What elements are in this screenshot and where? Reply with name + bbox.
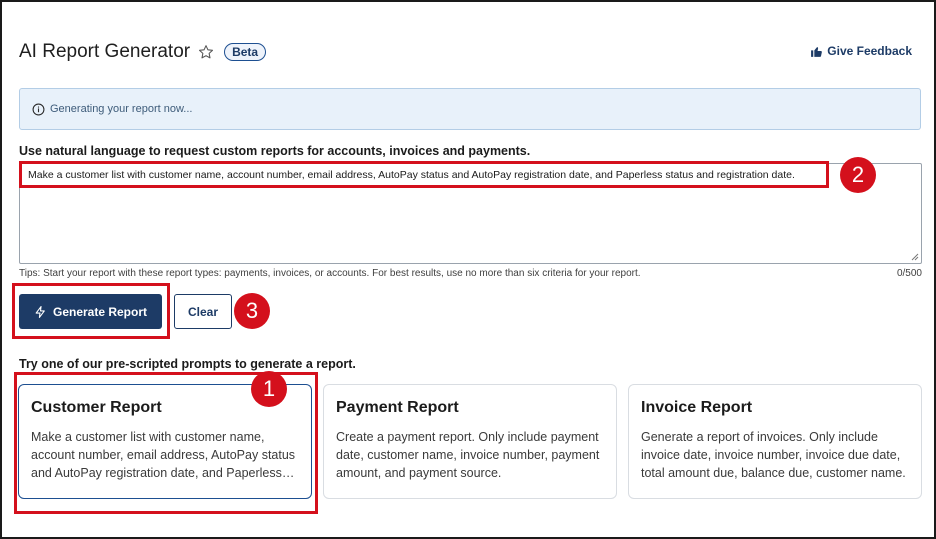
feedback-label: Give Feedback — [827, 44, 912, 58]
alert-message: Generating your report now... — [50, 103, 193, 115]
card-title: Payment Report — [336, 399, 459, 416]
give-feedback-link[interactable]: Give Feedback — [810, 44, 912, 58]
character-counter: 0/500 — [896, 268, 922, 279]
page-title: AI Report Generator — [19, 41, 191, 62]
annotation-highlight-textarea — [19, 161, 829, 188]
thumbs-up-icon — [811, 46, 823, 57]
generate-report-button[interactable]: Generate Report — [19, 294, 162, 329]
card-title: Invoice Report — [641, 399, 753, 416]
favorite-star-icon[interactable] — [198, 44, 214, 60]
resize-grip-icon[interactable] — [911, 253, 919, 261]
status-alert: Generating your report now... — [19, 88, 921, 130]
card-invoice-report[interactable]: Invoice Report Generate a report of invo… — [628, 384, 922, 499]
annotation-badge-1: 1 — [251, 371, 287, 407]
clear-button[interactable]: Clear — [174, 294, 232, 329]
prompt-tips: Tips: Start your report with these repor… — [19, 268, 641, 279]
generate-report-label: Generate Report — [52, 304, 148, 319]
page-header: AI Report Generator Beta — [19, 38, 267, 66]
beta-badge: Beta — [224, 43, 267, 61]
card-description: Create a payment report. Only include pa… — [336, 430, 600, 480]
annotation-badge-3: 3 — [234, 293, 270, 329]
info-icon — [32, 103, 45, 115]
prompt-label: Use natural language to request custom r… — [19, 144, 531, 158]
lightning-icon — [35, 305, 45, 318]
card-payment-report[interactable]: Payment Report Create a payment report. … — [323, 384, 617, 499]
card-description: Generate a report of invoices. Only incl… — [641, 430, 906, 480]
annotation-badge-2: 2 — [840, 157, 876, 193]
prescripted-label: Try one of our pre-scripted prompts to g… — [19, 357, 356, 371]
